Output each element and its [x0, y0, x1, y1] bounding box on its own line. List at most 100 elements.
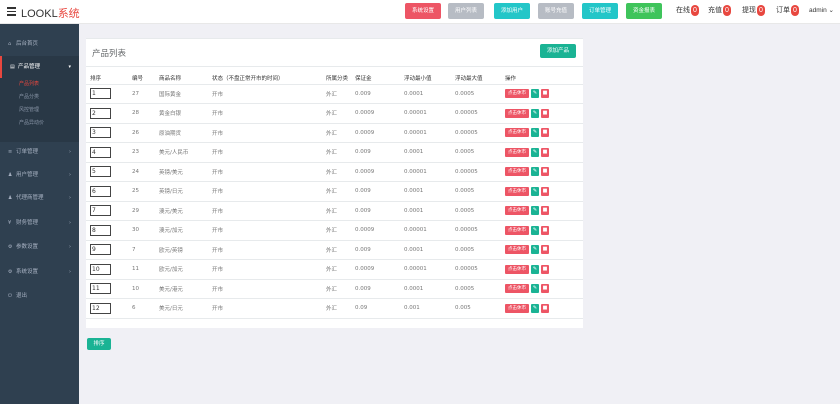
order-counter[interactable]: 订单 0 — [776, 5, 799, 17]
pencil-icon[interactable]: ✎ — [531, 186, 539, 196]
sidebar-item-params[interactable]: ⚙ 参数设置 › — [0, 236, 79, 258]
pencil-icon[interactable]: ✎ — [531, 225, 539, 235]
float-min-cell: 0.0001 — [404, 279, 455, 299]
sort-order-input-cell — [86, 123, 132, 143]
sort-order-input[interactable] — [90, 224, 111, 236]
close-market-button[interactable]: 点击休市 — [505, 284, 529, 294]
close-market-button[interactable]: 点击休市 — [505, 264, 529, 274]
system-settings-button[interactable]: 系统设置 — [405, 3, 441, 19]
pencil-icon[interactable]: ✎ — [531, 303, 539, 313]
sidebar-item-agents[interactable]: ♟ 代理商管理 › — [0, 187, 79, 209]
float-min: 0.001 — [404, 305, 420, 312]
market-status-cell: 开市 — [212, 298, 326, 319]
pencil-icon[interactable]: ✎ — [531, 89, 539, 99]
float-min-cell: 0.0001 — [404, 142, 455, 163]
sidebar-item-finance[interactable]: ¥ 财务管理 › — [0, 212, 79, 234]
float-min: 0.00001 — [404, 110, 427, 117]
trash-icon[interactable]: ■ — [541, 186, 549, 196]
product-id-cell: 30 — [132, 220, 159, 241]
product-category: 外汇 — [326, 267, 338, 274]
trash-icon[interactable]: ■ — [541, 245, 549, 255]
user-list-button[interactable]: 用户列表 — [448, 3, 484, 19]
sort-order-input[interactable] — [90, 244, 111, 256]
deposit-value: 0.0009 — [355, 110, 375, 117]
trash-icon[interactable]: ■ — [541, 147, 549, 157]
trash-icon[interactable]: ■ — [541, 284, 549, 294]
close-market-button[interactable]: 点击休市 — [505, 108, 529, 118]
sort-order-input[interactable] — [90, 127, 111, 139]
close-market-button[interactable]: 点击休市 — [505, 225, 529, 235]
admin-user-menu[interactable]: admin ⌄ — [809, 5, 834, 17]
pencil-icon[interactable]: ✎ — [531, 206, 539, 216]
menu-toggle-icon[interactable] — [7, 7, 16, 16]
sidebar-item-logout[interactable]: ⏻ 退出 — [0, 285, 79, 307]
trash-icon[interactable]: ■ — [541, 128, 549, 138]
close-market-button[interactable]: 点击休市 — [505, 303, 529, 313]
trash-icon[interactable]: ■ — [541, 303, 549, 313]
recharge-counter[interactable]: 充值 0 — [708, 5, 731, 17]
trash-icon[interactable]: ■ — [541, 167, 549, 177]
submenu-risk-control[interactable]: 风控管理 — [0, 104, 79, 116]
trash-icon[interactable]: ■ — [541, 108, 549, 118]
product-list-panel: 产品列表 添加产品 排序 编号 商品名称 状态（不盘正常开市的时间） 所属分类 … — [86, 38, 583, 328]
product-id: 25 — [132, 188, 139, 195]
account-recharge-button[interactable]: 账号充值 — [538, 3, 574, 19]
trash-icon[interactable]: ■ — [541, 206, 549, 216]
order-manage-button[interactable]: 订单管理 — [582, 3, 618, 19]
trash-icon[interactable]: ■ — [541, 225, 549, 235]
product-name-cell: 澳元/美元 — [159, 201, 212, 221]
sidebar-item-users[interactable]: ♟ 用户管理 › — [0, 164, 79, 186]
sidebar-item-products[interactable]: ▤ 产品管理 ▾ — [0, 56, 79, 78]
sort-order-input[interactable] — [90, 283, 111, 295]
sort-order-input[interactable] — [90, 107, 111, 119]
close-market-button[interactable]: 点击休市 — [505, 128, 529, 138]
pencil-icon[interactable]: ✎ — [531, 245, 539, 255]
close-market-button[interactable]: 点击休市 — [505, 206, 529, 216]
logout-icon: ⏻ — [8, 293, 12, 299]
deposit-value-cell: 0.009 — [355, 142, 404, 163]
pencil-icon[interactable]: ✎ — [531, 108, 539, 118]
sort-order-input[interactable] — [90, 263, 111, 275]
close-market-button[interactable]: 点击休市 — [505, 147, 529, 157]
actions-cell: 点击休市 ✎ ■ — [505, 103, 583, 124]
fund-report-button[interactable]: 资金报表 — [626, 3, 662, 19]
trash-icon[interactable]: ■ — [541, 89, 549, 99]
sort-order-input[interactable] — [90, 185, 111, 197]
close-market-button[interactable]: 点击休市 — [505, 186, 529, 196]
sidebar-item-label: 退出 — [16, 293, 28, 299]
submenu-price-change[interactable]: 产品异动价 — [0, 117, 79, 129]
sort-order-input[interactable] — [90, 302, 111, 314]
withdraw-counter[interactable]: 提现 0 — [742, 5, 765, 17]
online-counter[interactable]: 在线 0 — [676, 5, 699, 17]
sort-button[interactable]: 排序 — [87, 338, 111, 350]
product-name-cell: 英镑/日元 — [159, 181, 212, 202]
pencil-icon[interactable]: ✎ — [531, 147, 539, 157]
product-category-cell: 外汇 — [326, 220, 355, 241]
add-product-button[interactable]: 添加产品 — [540, 44, 576, 58]
sort-order-input[interactable] — [90, 166, 111, 178]
table-row: 6 美元/日元 开市 外汇 0.09 0.001 0.005 点击休市✎■ — [86, 298, 583, 319]
sort-order-input[interactable] — [90, 146, 111, 158]
sidebar-item-orders[interactable]: ≡ 订单管理 › — [0, 141, 79, 163]
close-market-button[interactable]: 点击休市 — [505, 89, 529, 99]
column-header: 状态（不盘正常开市的时间） — [212, 73, 326, 85]
float-max-cell: 0.00005 — [455, 103, 505, 124]
close-market-button[interactable]: 点击休市 — [505, 245, 529, 255]
add-user-button[interactable]: 添加用户 — [494, 3, 530, 19]
row-actions: 点击休市 ✎ ■ — [505, 245, 583, 255]
float-min: 0.0001 — [404, 188, 424, 195]
close-market-button[interactable]: 点击休市 — [505, 167, 529, 177]
actions-cell: 点击休市 ✎ ■ — [505, 220, 583, 241]
pencil-icon[interactable]: ✎ — [531, 128, 539, 138]
submenu-product-category[interactable]: 产品分类 — [0, 91, 79, 103]
sort-order-input[interactable] — [90, 205, 111, 217]
sort-order-input[interactable] — [90, 88, 111, 100]
sort-order-input-cell — [86, 181, 132, 202]
submenu-product-list[interactable]: 产品列表 — [0, 78, 79, 90]
sidebar-item-home[interactable]: ⌂ 后台首页 — [0, 33, 79, 55]
pencil-icon[interactable]: ✎ — [531, 284, 539, 294]
pencil-icon[interactable]: ✎ — [531, 264, 539, 274]
sidebar-item-system[interactable]: ⚙ 系统设置 › — [0, 261, 79, 283]
pencil-icon[interactable]: ✎ — [531, 167, 539, 177]
trash-icon[interactable]: ■ — [541, 264, 549, 274]
